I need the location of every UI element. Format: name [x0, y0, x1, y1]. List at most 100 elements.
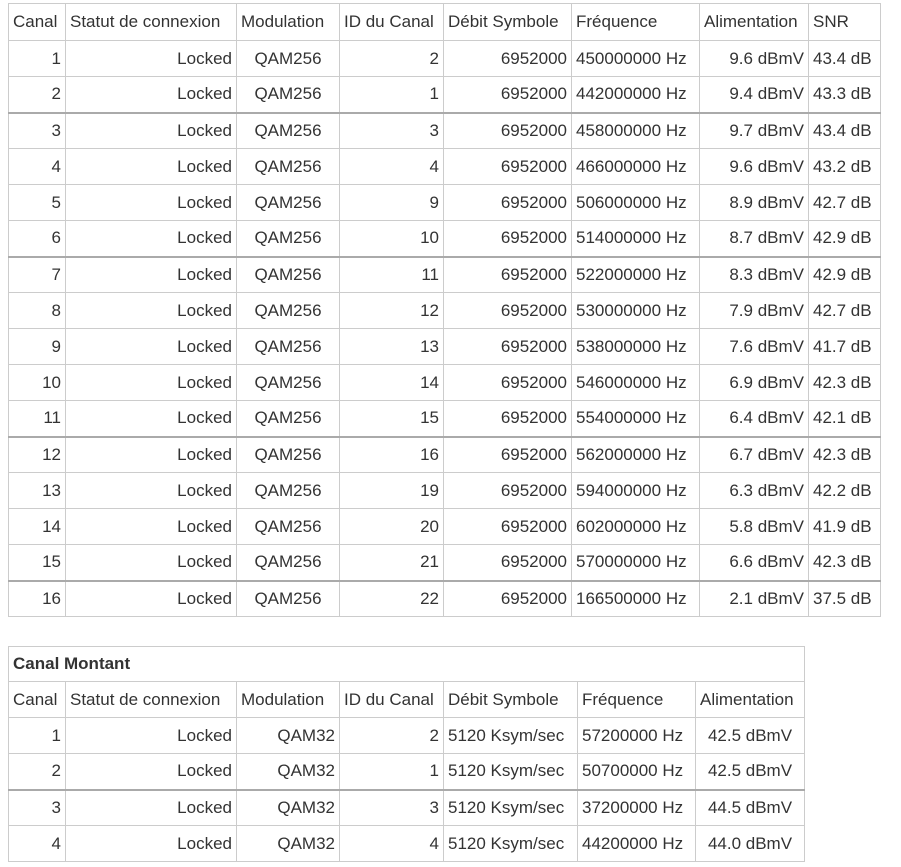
cell-modulation: QAM32 [236, 825, 340, 862]
cell-modulation: QAM256 [236, 220, 340, 257]
cell-canal: 4 [8, 825, 66, 862]
cell-alimentation: 44.5 dBmV [695, 788, 805, 826]
cell-alimentation: 8.9 dBmV [699, 184, 809, 221]
header-canal: Canal [8, 3, 66, 41]
cell-modulation: QAM256 [236, 435, 340, 473]
table-row: 5 Locked QAM256 9 6952000 506000000 Hz 8.9 dBm… [8, 184, 881, 221]
cell-snr: 43.4 dB [808, 111, 881, 149]
cell-frequence: 37200000 Hz [577, 788, 696, 826]
cell-debit-symbole: 6952000 [443, 148, 572, 185]
cell-canal: 10 [8, 364, 66, 401]
cell-alimentation: 8.7 dBmV [699, 220, 809, 257]
cell-id-canal: 3 [339, 111, 444, 149]
cell-debit-symbole: 6952000 [443, 508, 572, 545]
cell-statut: Locked [65, 825, 237, 862]
cell-frequence: 594000000 Hz [571, 472, 700, 509]
cell-canal: 2 [8, 753, 66, 790]
cell-statut: Locked [65, 111, 237, 149]
cell-id-canal: 14 [339, 364, 444, 401]
table-row: 15 Locked QAM256 21 6952000 570000000 Hz 6.6 d… [8, 544, 881, 581]
upstream-table-body: 1 Locked QAM32 2 5120 Ksym/sec 57200000 Hz 42.… [8, 717, 805, 862]
cell-id-canal: 15 [339, 400, 444, 437]
cell-canal: 6 [8, 220, 66, 257]
table-row: 4 Locked QAM32 4 5120 Ksym/sec 44200000 Hz 44.… [8, 825, 805, 862]
upstream-caption-row: Canal Montant [8, 646, 805, 682]
cell-id-canal: 16 [339, 435, 444, 473]
downstream-table-body: 1 Locked QAM256 2 6952000 450000000 Hz 9.6 dBm… [8, 40, 881, 617]
cell-statut: Locked [65, 579, 237, 617]
cell-canal: 14 [8, 508, 66, 545]
cell-alimentation: 9.7 dBmV [699, 111, 809, 149]
cell-frequence: 530000000 Hz [571, 292, 700, 329]
cell-frequence: 450000000 Hz [571, 40, 700, 77]
header-debit-symbole: Débit Symbole [443, 3, 572, 41]
cell-modulation: QAM256 [236, 184, 340, 221]
cell-alimentation: 6.6 dBmV [699, 544, 809, 581]
cell-id-canal: 1 [339, 76, 444, 113]
header-alimentation: Alimentation [695, 681, 805, 718]
cell-snr: 42.9 dB [808, 255, 881, 293]
cell-canal: 11 [8, 400, 66, 437]
cell-id-canal: 12 [339, 292, 444, 329]
cell-id-canal: 20 [339, 508, 444, 545]
cell-debit-symbole: 6952000 [443, 255, 572, 293]
cell-debit-symbole: 5120 Ksym/sec [443, 717, 578, 754]
cell-frequence: 554000000 Hz [571, 400, 700, 437]
header-canal: Canal [8, 681, 66, 718]
cell-snr: 41.7 dB [808, 328, 881, 365]
cell-frequence: 546000000 Hz [571, 364, 700, 401]
cell-canal: 2 [8, 76, 66, 113]
cell-statut: Locked [65, 40, 237, 77]
cell-frequence: 570000000 Hz [571, 544, 700, 581]
cell-modulation: QAM256 [236, 508, 340, 545]
cell-canal: 16 [8, 579, 66, 617]
cell-canal: 3 [8, 788, 66, 826]
cell-canal: 13 [8, 472, 66, 509]
cell-statut: Locked [65, 328, 237, 365]
cell-frequence: 562000000 Hz [571, 435, 700, 473]
cell-debit-symbole: 5120 Ksym/sec [443, 753, 578, 790]
cell-snr: 37.5 dB [808, 579, 881, 617]
cell-modulation: QAM32 [236, 788, 340, 826]
cell-debit-symbole: 6952000 [443, 544, 572, 581]
cell-debit-symbole: 6952000 [443, 292, 572, 329]
table-row: 12 Locked QAM256 16 6952000 562000000 Hz 6.7 d… [8, 435, 881, 473]
cell-debit-symbole: 6952000 [443, 220, 572, 257]
table-row: 4 Locked QAM256 4 6952000 466000000 Hz 9.6 dBm… [8, 148, 881, 185]
cell-statut: Locked [65, 292, 237, 329]
table-row: 2 Locked QAM32 1 5120 Ksym/sec 50700000 Hz 42.… [8, 753, 805, 790]
header-modulation: Modulation [236, 681, 340, 718]
table-row: 3 Locked QAM256 3 6952000 458000000 Hz 9.7 dBm… [8, 111, 881, 149]
cell-frequence: 522000000 Hz [571, 255, 700, 293]
header-debit-symbole: Débit Symbole [443, 681, 578, 718]
cell-modulation: QAM256 [236, 76, 340, 113]
table-row: 16 Locked QAM256 22 6952000 166500000 Hz 2.1 d… [8, 579, 881, 617]
cell-modulation: QAM256 [236, 364, 340, 401]
cell-id-canal: 11 [339, 255, 444, 293]
cell-canal: 9 [8, 328, 66, 365]
cell-alimentation: 6.3 dBmV [699, 472, 809, 509]
cell-debit-symbole: 6952000 [443, 472, 572, 509]
table-row: 8 Locked QAM256 12 6952000 530000000 Hz 7.9 dB… [8, 292, 881, 329]
cell-modulation: QAM256 [236, 544, 340, 581]
cell-id-canal: 10 [339, 220, 444, 257]
cell-alimentation: 42.5 dBmV [695, 753, 805, 790]
table-row: 1 Locked QAM256 2 6952000 450000000 Hz 9.6 dBm… [8, 40, 881, 77]
cell-modulation: QAM256 [236, 148, 340, 185]
cell-frequence: 44200000 Hz [577, 825, 696, 862]
cell-debit-symbole: 6952000 [443, 364, 572, 401]
cell-frequence: 50700000 Hz [577, 753, 696, 790]
cell-alimentation: 7.9 dBmV [699, 292, 809, 329]
cell-id-canal: 13 [339, 328, 444, 365]
cell-debit-symbole: 6952000 [443, 400, 572, 437]
cell-statut: Locked [65, 544, 237, 581]
cell-canal: 12 [8, 435, 66, 473]
cell-debit-symbole: 5120 Ksym/sec [443, 788, 578, 826]
cell-id-canal: 22 [339, 579, 444, 617]
cell-debit-symbole: 6952000 [443, 76, 572, 113]
cell-canal: 15 [8, 544, 66, 581]
cell-snr: 43.2 dB [808, 148, 881, 185]
cell-alimentation: 5.8 dBmV [699, 508, 809, 545]
header-frequence: Fréquence [577, 681, 696, 718]
cell-alimentation: 6.4 dBmV [699, 400, 809, 437]
